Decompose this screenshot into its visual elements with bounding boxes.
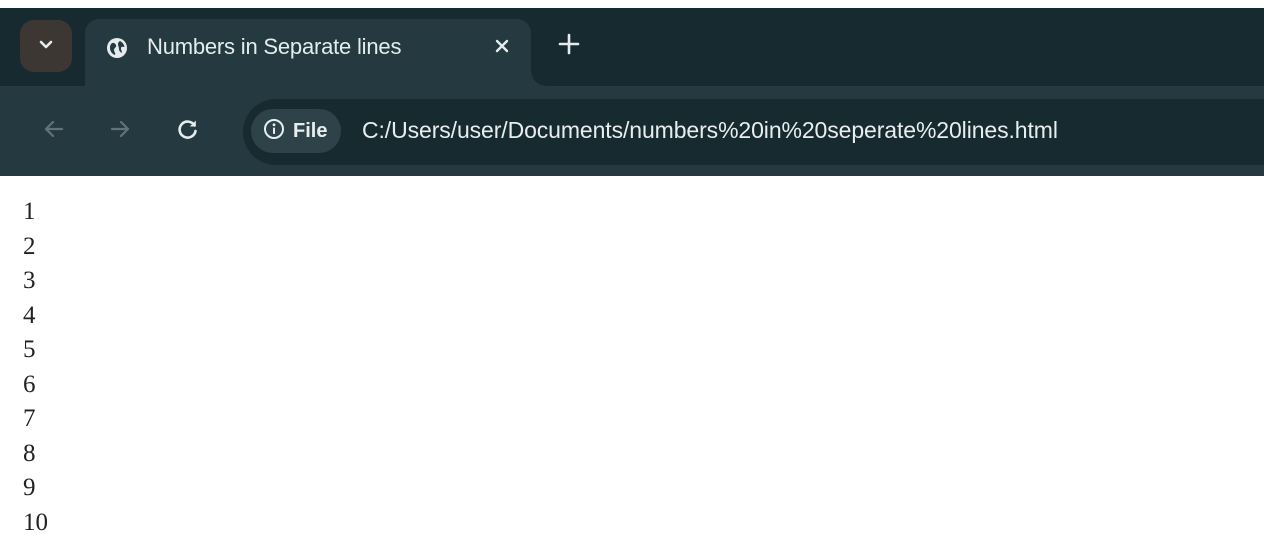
url-text[interactable]: C:/Users/user/Documents/numbers%20in%20s… <box>362 117 1058 144</box>
number-line: 3 <box>23 267 36 294</box>
number-line: 7 <box>23 405 36 432</box>
number-line: 2 <box>23 232 36 260</box>
back-button[interactable] <box>37 114 71 148</box>
tab-strip: Numbers in Separate lines <box>0 8 1264 86</box>
number-line: 9 <box>23 474 36 501</box>
search-tabs-button[interactable] <box>20 20 72 72</box>
reload-icon <box>175 116 201 147</box>
window-top-edge <box>0 0 1264 8</box>
number-list: 1 2 3 4 5 6 7 8 9 10 <box>23 195 48 539</box>
site-info-label: File <box>293 119 328 142</box>
site-info-chip[interactable]: File <box>251 109 342 153</box>
number-line: 6 <box>23 370 36 398</box>
number-line: 1 <box>23 198 36 225</box>
browser-window: Numbers in Separate lines File C:/Users/… <box>0 0 1264 539</box>
plus-icon <box>558 33 580 60</box>
info-icon <box>263 118 285 145</box>
arrow-left-icon <box>41 116 67 147</box>
tab-title: Numbers in Separate lines <box>147 34 402 59</box>
globe-icon <box>105 36 129 60</box>
number-line: 5 <box>23 336 36 363</box>
tab-active[interactable]: Numbers in Separate lines <box>85 19 545 86</box>
tab-close-button[interactable] <box>487 33 517 63</box>
chevron-down-icon <box>37 35 55 58</box>
reload-button[interactable] <box>171 114 205 148</box>
page-content: 1 2 3 4 5 6 7 8 9 10 <box>0 176 1264 539</box>
number-line: 8 <box>23 439 36 467</box>
number-line: 10 <box>23 508 48 536</box>
new-tab-button[interactable] <box>553 30 585 62</box>
toolbar: File C:/Users/user/Documents/numbers%20i… <box>0 86 1264 176</box>
arrow-right-icon <box>107 116 133 147</box>
forward-button[interactable] <box>103 114 137 148</box>
close-icon <box>494 38 510 59</box>
address-bar[interactable]: File C:/Users/user/Documents/numbers%20i… <box>243 99 1264 165</box>
number-line: 4 <box>23 301 36 329</box>
